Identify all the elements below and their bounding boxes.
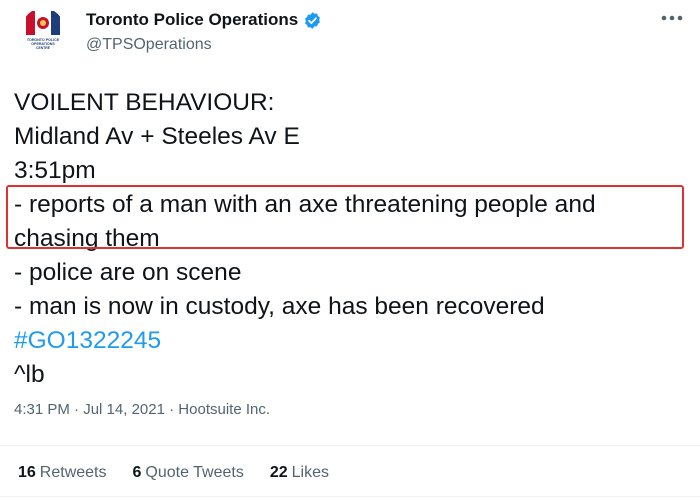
hashtag-link[interactable]: #GO1322245	[14, 324, 694, 358]
retweets-stat[interactable]: 16 Retweets	[18, 464, 107, 482]
more-options-button[interactable]	[655, 8, 689, 28]
more-options-icon	[661, 15, 683, 21]
quote-tweets-stat[interactable]: 6 Quote Tweets	[133, 464, 244, 482]
tweet-line-police: - police are on scene	[14, 259, 242, 286]
tweet-line-report-2: chasing them	[14, 225, 160, 252]
tps-logo-icon: TORONTO POLICE OPERATIONS CENTRE	[22, 8, 64, 50]
likes-label: Likes	[291, 464, 329, 481]
quotes-count: 6	[132, 464, 142, 481]
author-name-row: Toronto Police Operations	[86, 10, 322, 30]
retweets-label: Retweets	[39, 464, 107, 481]
meta-separator: ·	[74, 401, 80, 418]
engagement-stats: 16 Retweets 6 Quote Tweets 22 Likes	[18, 464, 355, 482]
tweet-time[interactable]: 4:31 PM	[14, 401, 70, 418]
tweet-line-time: 3:51pm	[14, 157, 96, 184]
tweet-meta: 4:31 PM · Jul 14, 2021 · Hootsuite Inc.	[14, 401, 270, 418]
tweet-line-report-1: - reports of a man with an axe threateni…	[14, 191, 596, 218]
likes-count: 22	[269, 464, 288, 481]
tweet-text: VOILENT BEHAVIOUR: Midland Av + Steeles …	[14, 86, 694, 392]
retweets-count: 16	[18, 464, 36, 481]
avatar[interactable]: TORONTO POLICE OPERATIONS CENTRE	[22, 8, 64, 50]
user-handle[interactable]: @TPSOperations	[86, 36, 212, 54]
quotes-label: Quote Tweets	[145, 464, 244, 481]
meta-separator-2: ·	[169, 401, 175, 418]
tweet-signature: ^lb	[14, 361, 45, 388]
divider	[0, 445, 700, 446]
divider-bottom	[0, 496, 700, 497]
tweet-line-custody: - man is now in custody, axe has been re…	[14, 293, 545, 320]
logo-text-line3: CENTRE	[36, 46, 51, 50]
tweet-line-location: Midland Av + Steeles Av E	[14, 123, 300, 150]
likes-stat[interactable]: 22 Likes	[270, 464, 329, 482]
tweet-date[interactable]: Jul 14, 2021	[83, 401, 165, 418]
verified-badge-icon	[305, 11, 321, 29]
tweet-source[interactable]: Hootsuite Inc.	[178, 401, 270, 418]
display-name[interactable]: Toronto Police Operations	[86, 10, 298, 30]
tweet-line-heading: VOILENT BEHAVIOUR:	[14, 89, 275, 116]
